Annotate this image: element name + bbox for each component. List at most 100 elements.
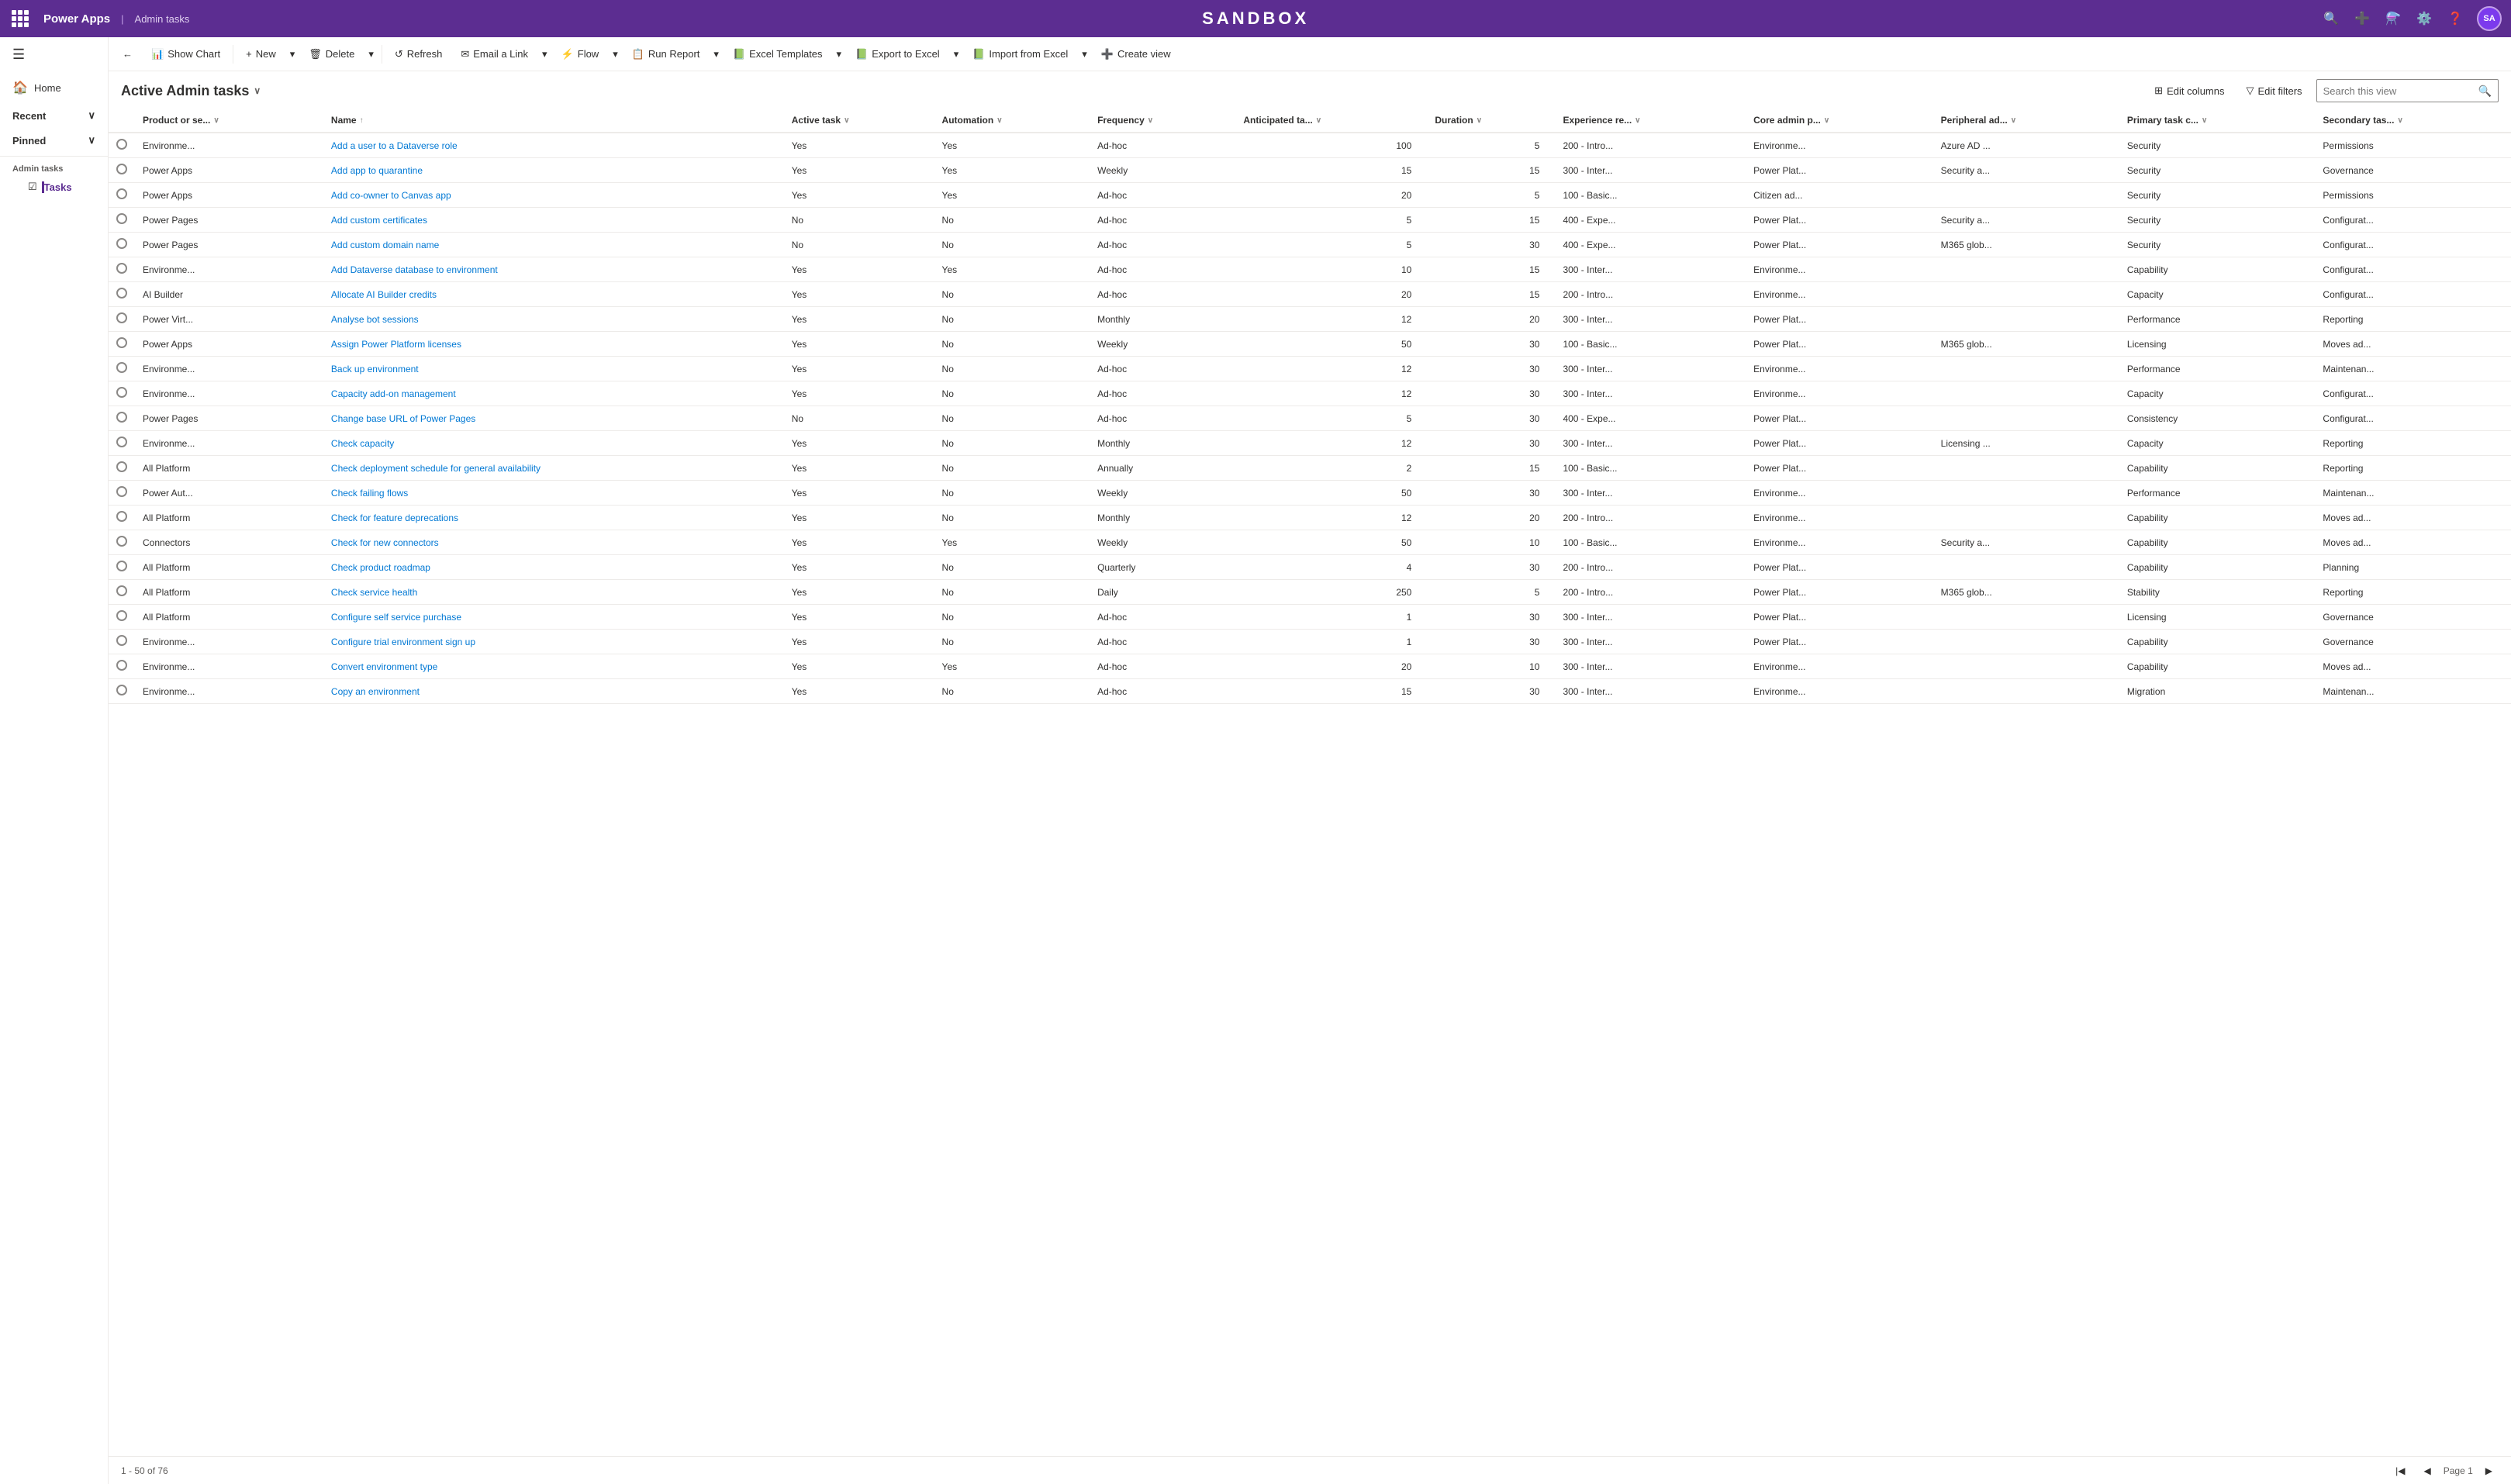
row-radio-13[interactable] (109, 456, 135, 481)
settings-icon[interactable]: ⚙️ (2415, 9, 2433, 28)
row-name-22[interactable]: Copy an environment (323, 679, 784, 704)
row-name-2[interactable]: Add co-owner to Canvas app (323, 183, 784, 208)
refresh-button[interactable]: ↺ Refresh (387, 44, 450, 64)
th-product[interactable]: Product or se... ∨ (135, 109, 323, 133)
email-dropdown[interactable]: ▾ (539, 44, 551, 64)
row-radio-5[interactable] (109, 257, 135, 282)
row-radio-8[interactable] (109, 332, 135, 357)
new-button[interactable]: + New (238, 44, 284, 64)
row-radio-11[interactable] (109, 406, 135, 431)
row-radio-20[interactable] (109, 630, 135, 654)
sidebar-item-recent[interactable]: Recent ∨ (0, 103, 108, 128)
delete-button[interactable]: 🗑 Delete (301, 44, 362, 64)
row-name-4[interactable]: Add custom domain name (323, 233, 784, 257)
email-link-button[interactable]: ✉ Email a Link (453, 44, 536, 64)
row-name-0[interactable]: Add a user to a Dataverse role (323, 133, 784, 158)
row-radio-19[interactable] (109, 605, 135, 630)
sidebar-hamburger[interactable]: ☰ (0, 37, 108, 72)
row-radio-21[interactable] (109, 654, 135, 679)
edit-filters-button[interactable]: ▽ Edit filters (2238, 81, 2309, 101)
filter-icon[interactable]: ⚗️ (2384, 9, 2402, 28)
row-radio-22[interactable] (109, 679, 135, 704)
th-peripheral[interactable]: Peripheral ad... ∨ (1933, 109, 2119, 133)
row-radio-18[interactable] (109, 580, 135, 605)
sidebar-tasks-label[interactable]: Tasks (42, 181, 72, 193)
row-name-12[interactable]: Check capacity (323, 431, 784, 456)
th-anticipated[interactable]: Anticipated ta... ∨ (1235, 109, 1427, 133)
th-name[interactable]: Name ↑ (323, 109, 784, 133)
th-secondary-task[interactable]: Secondary tas... ∨ (2315, 109, 2511, 133)
row-name-15[interactable]: Check for feature deprecations (323, 506, 784, 530)
row-radio-9[interactable] (109, 357, 135, 381)
row-name-13[interactable]: Check deployment schedule for general av… (323, 456, 784, 481)
flow-dropdown[interactable]: ▾ (610, 44, 621, 64)
row-radio-6[interactable] (109, 282, 135, 307)
excel-templates-button[interactable]: 📗 Excel Templates (725, 44, 831, 64)
excel-templates-dropdown[interactable]: ▾ (834, 44, 845, 64)
avatar[interactable]: SA (2477, 6, 2502, 31)
row-name-7[interactable]: Analyse bot sessions (323, 307, 784, 332)
search-input[interactable] (2317, 85, 2472, 97)
row-radio-3[interactable] (109, 208, 135, 233)
th-frequency[interactable]: Frequency ∨ (1090, 109, 1235, 133)
row-radio-15[interactable] (109, 506, 135, 530)
sidebar-item-tasks-icon[interactable]: ☑ Tasks (0, 175, 108, 198)
waffle-icon[interactable] (9, 8, 31, 29)
row-name-21[interactable]: Convert environment type (323, 654, 784, 679)
create-view-button[interactable]: ➕ Create view (1093, 44, 1179, 64)
row-radio-12[interactable] (109, 431, 135, 456)
new-dropdown[interactable]: ▾ (287, 44, 299, 64)
row-name-8[interactable]: Assign Power Platform licenses (323, 332, 784, 357)
next-page-button[interactable]: ▶ (2479, 1462, 2499, 1479)
th-experience[interactable]: Experience re... ∨ (1555, 109, 1746, 133)
add-icon[interactable]: ➕ (2353, 9, 2371, 28)
sidebar-item-pinned[interactable]: Pinned ∨ (0, 128, 108, 153)
row-name-3[interactable]: Add custom certificates (323, 208, 784, 233)
row-name-17[interactable]: Check product roadmap (323, 555, 784, 580)
search-icon[interactable]: 🔍 (2322, 9, 2340, 28)
prev-page-button[interactable]: ◀ (2417, 1462, 2437, 1479)
run-report-dropdown[interactable]: ▾ (710, 44, 722, 64)
row-radio-7[interactable] (109, 307, 135, 332)
row-name-9[interactable]: Back up environment (323, 357, 784, 381)
row-name-20[interactable]: Configure trial environment sign up (323, 630, 784, 654)
th-automation[interactable]: Automation ∨ (934, 109, 1090, 133)
row-radio-4[interactable] (109, 233, 135, 257)
export-dropdown[interactable]: ▾ (951, 44, 962, 64)
back-button[interactable]: ← (115, 44, 140, 64)
import-excel-button[interactable]: 📗 Import from Excel (965, 44, 1076, 64)
row-primary-task-4: Security (2119, 233, 2316, 257)
row-radio-14[interactable] (109, 481, 135, 506)
th-core-admin[interactable]: Core admin p... ∨ (1746, 109, 1933, 133)
row-name-14[interactable]: Check failing flows (323, 481, 784, 506)
view-title-chevron[interactable]: ∨ (254, 85, 261, 96)
import-dropdown[interactable]: ▾ (1079, 44, 1090, 64)
edit-columns-button[interactable]: ⊞ Edit columns (2147, 81, 2232, 101)
row-name-18[interactable]: Check service health (323, 580, 784, 605)
show-chart-button[interactable]: 📊 Show Chart (143, 44, 228, 64)
row-radio-0[interactable] (109, 133, 135, 158)
row-name-6[interactable]: Allocate AI Builder credits (323, 282, 784, 307)
th-primary-task[interactable]: Primary task c... ∨ (2119, 109, 2316, 133)
th-duration[interactable]: Duration ∨ (1427, 109, 1555, 133)
row-radio-2[interactable] (109, 183, 135, 208)
first-page-button[interactable]: |◀ (2389, 1462, 2411, 1479)
sidebar-item-home[interactable]: 🏠 Home (0, 72, 108, 103)
flow-button[interactable]: ⚡ Flow (554, 44, 607, 64)
help-icon[interactable]: ❓ (2446, 9, 2464, 28)
th-active[interactable]: Active task ∨ (784, 109, 934, 133)
search-submit-button[interactable]: 🔍 (2472, 85, 2498, 98)
row-radio-10[interactable] (109, 381, 135, 406)
row-name-1[interactable]: Add app to quarantine (323, 158, 784, 183)
row-radio-16[interactable] (109, 530, 135, 555)
row-radio-17[interactable] (109, 555, 135, 580)
row-name-16[interactable]: Check for new connectors (323, 530, 784, 555)
export-excel-button[interactable]: 📗 Export to Excel (848, 44, 948, 64)
delete-dropdown[interactable]: ▾ (365, 44, 377, 64)
run-report-button[interactable]: 📋 Run Report (624, 44, 708, 64)
row-name-11[interactable]: Change base URL of Power Pages (323, 406, 784, 431)
row-name-5[interactable]: Add Dataverse database to environment (323, 257, 784, 282)
row-radio-1[interactable] (109, 158, 135, 183)
row-name-10[interactable]: Capacity add-on management (323, 381, 784, 406)
row-name-19[interactable]: Configure self service purchase (323, 605, 784, 630)
